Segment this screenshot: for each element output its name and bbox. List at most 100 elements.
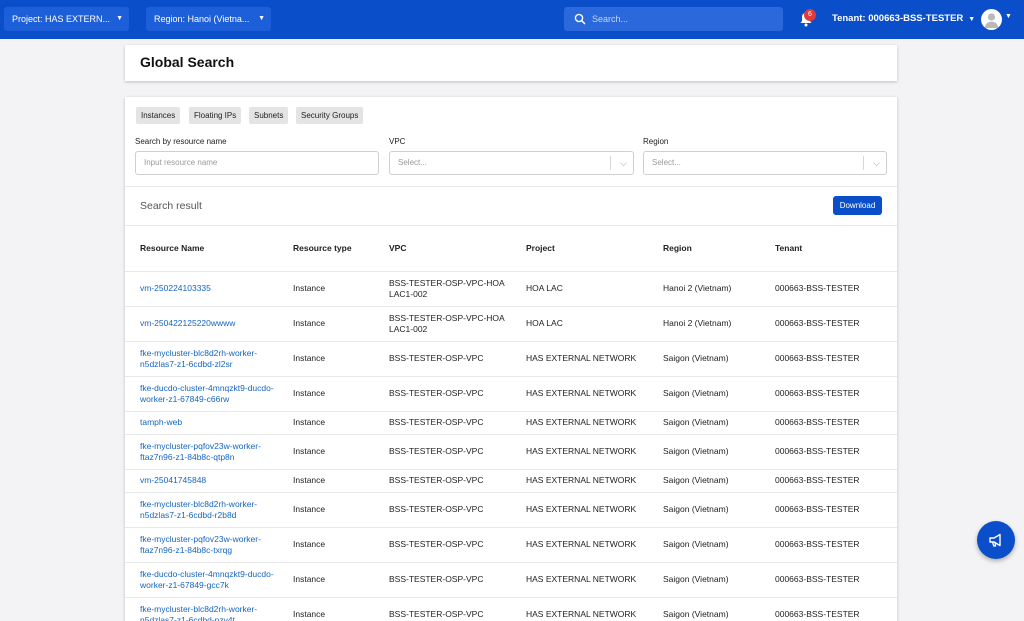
- chevron-down-icon: ▼: [968, 16, 976, 23]
- cell-region: Saigon (Vietnam): [663, 609, 729, 620]
- user-avatar[interactable]: [981, 9, 1002, 30]
- resource-link[interactable]: fke-mycluster-blc8d2rh-worker-n5dzlas7-z…: [140, 499, 280, 522]
- divider: [125, 186, 897, 187]
- cell-vpc: BSS-TESTER-OSP-VPC-HOALAC1-002: [389, 277, 505, 300]
- resource-link[interactable]: fke-ducdo-cluster-4mnqzkt9-ducdo-worker-…: [140, 569, 280, 592]
- cell-region: Saigon (Vietnam): [663, 475, 729, 486]
- resource-link[interactable]: vm-25041745848: [140, 475, 206, 487]
- megaphone-icon: [989, 533, 1001, 547]
- table-cell: Instance: [293, 412, 383, 434]
- table-cell: HAS EXTERNAL NETWORK: [526, 377, 656, 411]
- column-header-project[interactable]: Project: [526, 243, 555, 253]
- download-button[interactable]: Download: [833, 196, 882, 215]
- column-header-resource-name[interactable]: Resource Name: [140, 243, 204, 253]
- region-selector[interactable]: Region: Hanoi (Vietna... ▼: [146, 7, 271, 31]
- tab-security-groups[interactable]: Security Groups: [296, 107, 364, 124]
- chevron-down-icon: ⌵: [620, 158, 627, 168]
- table-cell: Saigon (Vietnam): [663, 435, 768, 469]
- table-cell: HAS EXTERNAL NETWORK: [526, 598, 656, 621]
- search-result-label: Search result: [140, 200, 202, 212]
- table-cell: Instance: [293, 307, 383, 341]
- chevron-down-icon: ⌵: [873, 158, 880, 168]
- cell-tenant: 000663-BSS-TESTER: [775, 417, 860, 428]
- announcement-button[interactable]: [977, 521, 1015, 559]
- tab-subnets[interactable]: Subnets: [249, 107, 289, 124]
- vpc-placeholder: Select...: [398, 158, 427, 167]
- top-navbar: Project: HAS EXTERN... ▼ Region: Hanoi (…: [0, 0, 1024, 39]
- resource-link[interactable]: fke-mycluster-blc8d2rh-worker-n5dzlas7-z…: [140, 604, 280, 621]
- table-row: fke-mycluster-pqfov23w-worker-ftaz7n96-z…: [125, 527, 897, 562]
- column-header-resource-type[interactable]: Resource type: [293, 243, 352, 253]
- user-icon: [984, 13, 999, 28]
- table-cell: tamph-web: [140, 412, 280, 434]
- table-cell: Instance: [293, 598, 383, 621]
- region-select[interactable]: Select... ⌵: [643, 151, 887, 175]
- table-cell: 000663-BSS-TESTER: [775, 377, 890, 411]
- cell-region: Saigon (Vietnam): [663, 574, 729, 585]
- resource-link[interactable]: vm-250224103335: [140, 283, 211, 295]
- tenant-label: Tenant: 000663-BSS-TESTER: [832, 13, 964, 24]
- region-label: Region: [643, 137, 669, 146]
- table-cell: 000663-BSS-TESTER: [775, 493, 890, 527]
- column-header-vpc[interactable]: VPC: [389, 243, 406, 253]
- resource-name-label: Search by resource name: [135, 137, 227, 146]
- cell-tenant: 000663-BSS-TESTER: [775, 446, 860, 457]
- cell-region: Saigon (Vietnam): [663, 446, 729, 457]
- vpc-select[interactable]: Select... ⌵: [389, 151, 634, 175]
- divider: [125, 225, 897, 226]
- cell-region: Saigon (Vietnam): [663, 388, 729, 399]
- table-row: vm-250422125220wwww Instance BSS-TESTER-OS…: [125, 306, 897, 341]
- cell-vpc: BSS-TESTER-OSP-VPC: [389, 504, 484, 515]
- tab-floating-ips[interactable]: Floating IPs: [189, 107, 242, 124]
- table-cell: BSS-TESTER-OSP-VPC-HOALAC1-002: [389, 272, 509, 306]
- global-search-input[interactable]: Search...: [564, 7, 783, 31]
- cell-project: HAS EXTERNAL NETWORK: [526, 353, 637, 364]
- resource-link[interactable]: fke-ducdo-cluster-4mnqzkt9-ducdo-worker-…: [140, 383, 280, 406]
- cell-project: HOA LAC: [526, 318, 563, 329]
- table-cell: Instance: [293, 528, 383, 562]
- cell-tenant: 000663-BSS-TESTER: [775, 388, 860, 399]
- cell-project: HOA LAC: [526, 283, 563, 294]
- table-cell: fke-mycluster-blc8d2rh-worker-n5dzlas7-z…: [140, 493, 280, 527]
- cell-tenant: 000663-BSS-TESTER: [775, 353, 860, 364]
- table-cell: HOA LAC: [526, 307, 656, 341]
- cell-resource-type: Instance: [293, 539, 326, 550]
- chevron-down-icon[interactable]: ▼: [1005, 13, 1012, 20]
- table-cell: Saigon (Vietnam): [663, 598, 768, 621]
- search-icon: [574, 13, 586, 25]
- cell-tenant: 000663-BSS-TESTER: [775, 318, 860, 329]
- resource-name-input[interactable]: Input resource name: [135, 151, 379, 175]
- table-cell: 000663-BSS-TESTER: [775, 307, 890, 341]
- table-cell: Instance: [293, 563, 383, 597]
- table-row: vm-250224103335 Instance BSS-TESTER-OSP-VP…: [125, 271, 897, 306]
- table-cell: Instance: [293, 435, 383, 469]
- tab-instances[interactable]: Instances: [136, 107, 181, 124]
- cell-resource-type: Instance: [293, 353, 326, 364]
- table-cell: 000663-BSS-TESTER: [775, 435, 890, 469]
- table-cell: HAS EXTERNAL NETWORK: [526, 342, 656, 376]
- cell-vpc: BSS-TESTER-OSP-VPC-HOALAC1-002: [389, 312, 505, 335]
- column-header-region[interactable]: Region: [663, 243, 692, 253]
- table-row: fke-ducdo-cluster-4mnqzkt9-ducdo-worker-…: [125, 562, 897, 597]
- cell-resource-type: Instance: [293, 283, 326, 294]
- table-cell: Instance: [293, 342, 383, 376]
- cell-region: Saigon (Vietnam): [663, 504, 729, 515]
- tenant-selector[interactable]: Tenant: 000663-BSS-TESTER ▼: [832, 7, 975, 31]
- resource-link[interactable]: vm-250422125220wwww: [140, 318, 235, 330]
- cell-resource-type: Instance: [293, 574, 326, 585]
- cell-resource-type: Instance: [293, 475, 326, 486]
- resource-link[interactable]: tamph-web: [140, 417, 182, 429]
- cell-resource-type: Instance: [293, 609, 326, 620]
- resource-link[interactable]: fke-mycluster-blc8d2rh-worker-n5dzlas7-z…: [140, 348, 280, 371]
- column-header-tenant[interactable]: Tenant: [775, 243, 802, 253]
- table-cell: vm-25041745848: [140, 470, 280, 492]
- table-cell: 000663-BSS-TESTER: [775, 563, 890, 597]
- cell-resource-type: Instance: [293, 417, 326, 428]
- resource-link[interactable]: fke-mycluster-pqfov23w-worker-ftaz7n96-z…: [140, 534, 280, 557]
- project-selector-label: Project: HAS EXTERN...: [12, 14, 111, 24]
- resource-link[interactable]: fke-mycluster-pqfov23w-worker-ftaz7n96-z…: [140, 441, 280, 464]
- project-selector[interactable]: Project: HAS EXTERN... ▼: [4, 7, 129, 31]
- cell-vpc: BSS-TESTER-OSP-VPC: [389, 609, 484, 620]
- table-cell: Saigon (Vietnam): [663, 563, 768, 597]
- table-cell: 000663-BSS-TESTER: [775, 412, 890, 434]
